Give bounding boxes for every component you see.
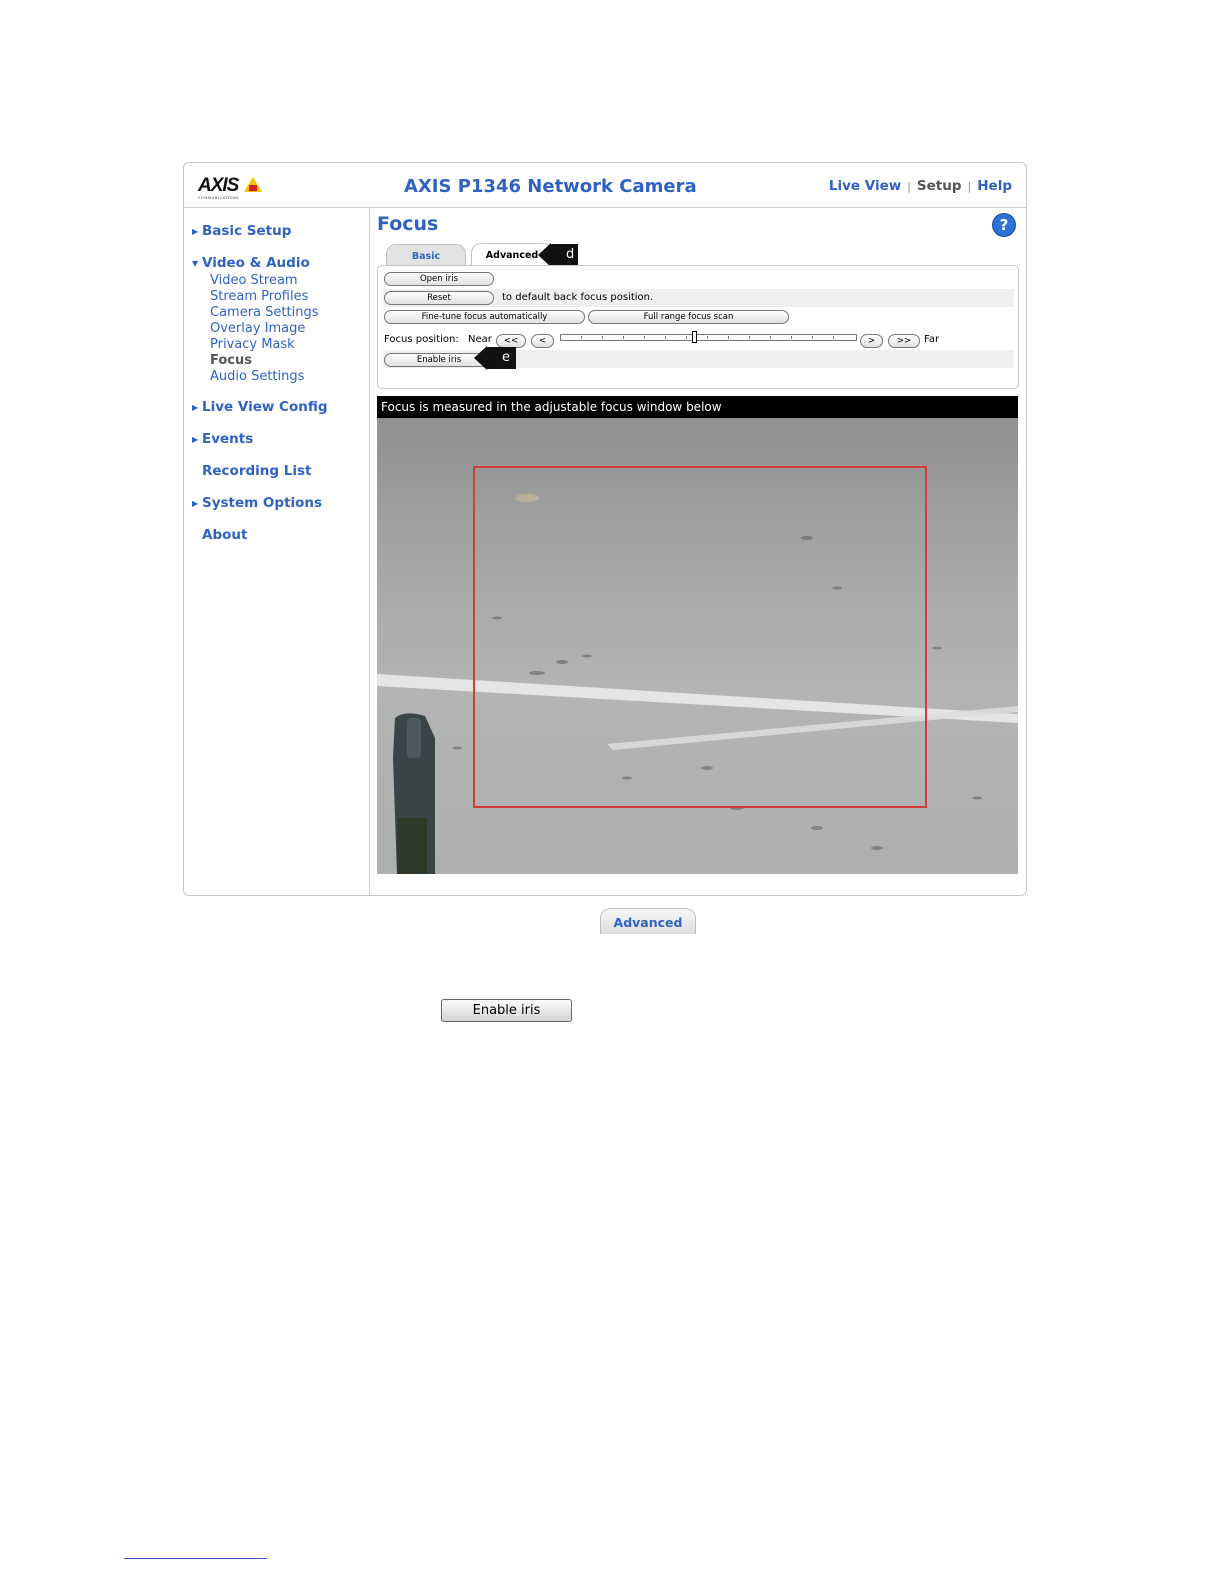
camera-live-image: [377, 418, 1018, 874]
sidebar-item-recording-list[interactable]: Recording List: [202, 463, 311, 479]
callout-d: d: [538, 243, 578, 267]
header: AXIS COMMUNICATIONS AXIS P1346 Network C…: [184, 163, 1026, 208]
help-icon[interactable]: ?: [992, 213, 1016, 237]
nav-setup[interactable]: Setup: [917, 178, 962, 194]
triangle-right-icon: ▶: [192, 498, 199, 508]
sidebar-item-about[interactable]: About: [202, 527, 247, 543]
sidebar-subitem-focus[interactable]: Focus: [210, 353, 252, 368]
nav-help[interactable]: Help: [977, 178, 1012, 194]
app-title: AXIS P1346 Network Camera: [404, 176, 697, 197]
sidebar-subitem-video-stream[interactable]: Video Stream: [210, 273, 298, 288]
view-caption: Focus is measured in the adjustable focu…: [377, 396, 1018, 418]
focus-far-forward-button[interactable]: >>: [888, 334, 920, 348]
fine-tune-focus-button[interactable]: Fine-tune focus automatically: [384, 310, 585, 324]
triangle-right-icon: ▶: [192, 226, 199, 236]
axis-logo: AXIS COMMUNICATIONS: [198, 175, 268, 201]
reset-button[interactable]: Reset: [384, 291, 494, 305]
sidebar-subitem-privacy-mask[interactable]: Privacy Mask: [210, 337, 295, 352]
sidebar-item-system-options[interactable]: ▶ System Options: [192, 495, 322, 511]
triangle-down-icon: ▼: [192, 258, 199, 268]
sidebar-subitem-camera-settings[interactable]: Camera Settings: [210, 305, 318, 320]
sidebar-subitem-stream-profiles[interactable]: Stream Profiles: [210, 289, 308, 304]
sidebar-item-basic-setup[interactable]: ▶ Basic Setup: [192, 223, 291, 239]
focus-position-slider[interactable]: [560, 331, 857, 343]
sidebar-item-video-audio[interactable]: ▼ Video & Audio: [192, 255, 310, 271]
nav-live-view[interactable]: Live View: [829, 178, 901, 194]
far-label: Far: [924, 334, 940, 345]
sidebar-item-live-view-config[interactable]: ▶ Live View Config: [192, 399, 328, 415]
focus-far-back-button[interactable]: <<: [496, 334, 526, 348]
enable-iris-button-example: Enable iris: [441, 999, 572, 1022]
focus-forward-button[interactable]: >: [860, 334, 883, 348]
triangle-right-icon: ▶: [192, 434, 199, 444]
focus-position-label: Focus position:: [384, 334, 459, 345]
sidebar-item-events[interactable]: ▶ Events: [192, 431, 253, 447]
sidebar-subitem-audio-settings[interactable]: Audio Settings: [210, 369, 304, 384]
advanced-tab-example: Advanced: [600, 908, 696, 934]
tab-basic[interactable]: Basic: [386, 244, 466, 267]
nav-separator: |: [967, 180, 972, 193]
sidebar: ▶ Basic Setup ▼ Video & Audio Video Stream…: [184, 208, 370, 895]
advanced-focus-panel: Open iris Reset to default back focus po…: [377, 265, 1019, 389]
page-title: Focus: [377, 213, 439, 235]
focus-back-button[interactable]: <: [531, 334, 554, 348]
nav-separator: |: [907, 180, 911, 193]
top-nav: Live View | Setup | Help: [829, 178, 1012, 194]
focus-window[interactable]: [473, 466, 927, 808]
open-iris-button[interactable]: Open iris: [384, 272, 494, 286]
parking-meter: [393, 713, 435, 874]
triangle-right-icon: ▶: [192, 402, 199, 412]
sidebar-subitem-overlay-image[interactable]: Overlay Image: [210, 321, 305, 336]
reset-description: to default back focus position.: [502, 292, 654, 303]
near-label: Near: [468, 334, 492, 345]
footnote-divider: [124, 1558, 267, 1559]
full-range-focus-scan-button[interactable]: Full range focus scan: [588, 310, 789, 324]
callout-e: e: [474, 346, 516, 370]
camera-web-ui: AXIS COMMUNICATIONS AXIS P1346 Network C…: [183, 162, 1027, 896]
focus-slider-handle[interactable]: [692, 331, 697, 343]
